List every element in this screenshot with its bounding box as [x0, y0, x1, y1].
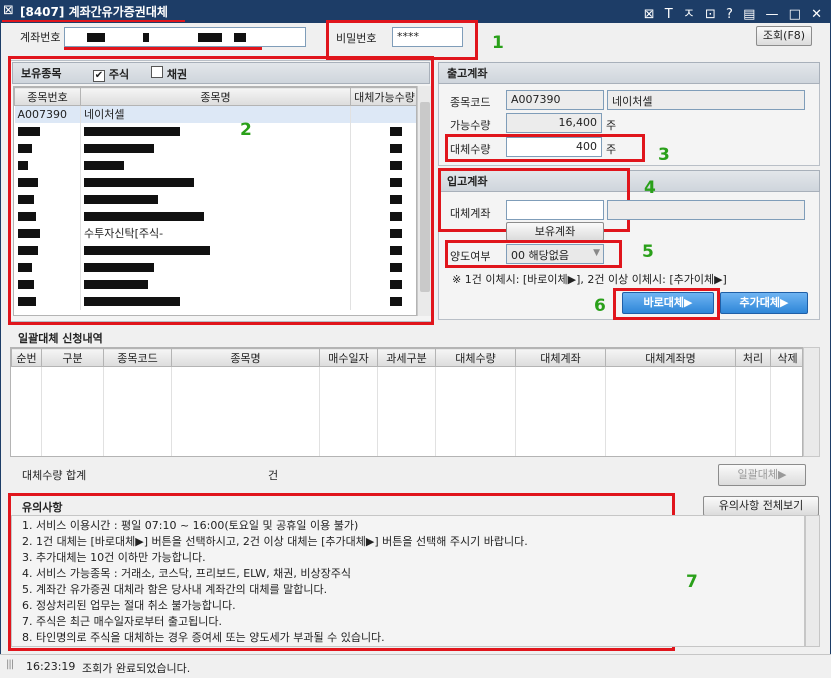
status-message: 조회가 완료되었습니다.: [82, 662, 191, 675]
held-account-button[interactable]: 보유계좌: [506, 222, 604, 241]
title-bar: ⊠ [8407] 계좌간유가증권대체 ⊠ T ㅈ ⊡ ? ▤ — □ ✕: [0, 0, 831, 22]
note-line-5: 5. 계좌간 유가증권 대체라 함은 당사내 계좌간의 대체를 말합니다.: [22, 583, 328, 596]
minimize-icon[interactable]: —: [766, 7, 782, 22]
avail-field: 16,400: [506, 113, 602, 133]
menu-icon[interactable]: ▤: [743, 7, 758, 22]
annotation-3: 3: [658, 145, 670, 165]
screen-icon[interactable]: ⊡: [705, 7, 719, 22]
batch-col-3[interactable]: 종목명: [171, 348, 320, 367]
dest-account-input[interactable]: [506, 200, 604, 220]
batch-col-2[interactable]: 종목코드: [103, 348, 172, 367]
password-input[interactable]: ****: [392, 27, 463, 47]
note-line-7: 7. 주식은 최근 매수일자로부터 출고됩니다.: [22, 615, 223, 628]
pin-icon[interactable]: ㅈ: [683, 7, 698, 22]
batch-col-6[interactable]: 대체수량: [435, 348, 516, 367]
note-line-4: 4. 서비스 가능종목 : 거래소, 코스닥, 프리보드, ELW, 채권, 비…: [22, 567, 351, 580]
add-transfer-button[interactable]: 추가대체▶: [720, 292, 808, 314]
help-icon[interactable]: ?: [726, 7, 736, 22]
annotation-4: 4: [644, 178, 656, 198]
code-field: A007390: [506, 90, 604, 110]
transfer-qty-label: 대체수량: [450, 143, 491, 156]
code-label: 종목코드: [450, 96, 491, 109]
window-title: [8407] 계좌간유가증권대체: [20, 3, 168, 20]
batch-col-5[interactable]: 과세구분: [377, 348, 436, 367]
account-highlight: [64, 47, 262, 50]
chevron-down-icon[interactable]: ▼: [593, 248, 600, 258]
batch-transfer-button[interactable]: 일괄대체▶: [718, 464, 806, 486]
dest-account-name: [607, 200, 805, 220]
notes-scrollbar[interactable]: [805, 515, 820, 647]
note-line-8: 8. 타인명의로 주식을 대체하는 경우 증여세 또는 양도세가 부과될 수 있…: [22, 631, 385, 644]
batch-scrollbar[interactable]: [803, 347, 820, 457]
transfer-note: ※ 1건 이체시: [바로이체▶], 2건 이상 이체시: [추가이체▶]: [452, 273, 727, 286]
query-button[interactable]: 조회(F8): [756, 26, 812, 46]
batch-col-4[interactable]: 매수일자: [319, 348, 378, 367]
batch-total-unit: 건: [268, 469, 279, 482]
status-bar: ||| 16:23:19 조회가 완료되었습니다.: [0, 654, 831, 678]
note-line-2: 2. 1건 대체는 [바로대체▶] 버튼을 선택하시고, 2건 이상 대체는 […: [22, 535, 528, 548]
account-label: 계좌번호: [20, 31, 61, 44]
close-icon[interactable]: ✕: [811, 7, 825, 22]
transfer-type-value: 00 해당없음: [511, 249, 569, 262]
font-icon[interactable]: T: [665, 7, 676, 22]
transfer-type-select[interactable]: 00 해당없음 ▼: [506, 244, 604, 264]
stock-name-field: 네이처셀: [607, 90, 805, 110]
transfer-qty-unit: 주: [606, 143, 617, 156]
window-controls: ⊠ T ㅈ ⊡ ? ▤ — □ ✕: [644, 3, 825, 22]
note-line-6: 6. 정상처리된 업무는 절대 취소 불가능합니다.: [22, 599, 236, 612]
status-grip-icon: |||: [6, 659, 14, 670]
link-icon[interactable]: ⊠: [644, 7, 658, 22]
batch-col-8[interactable]: 대체계좌명: [605, 348, 736, 367]
annotation-1: 1: [492, 33, 504, 53]
batch-col-10[interactable]: 삭제: [770, 348, 802, 367]
view-all-notes-button[interactable]: 유의사항 전체보기: [703, 496, 819, 516]
maximize-icon[interactable]: □: [789, 7, 804, 22]
note-line-1: 1. 서비스 이용시간 : 평일 07:10 ~ 16:00(토요일 및 공휴일…: [22, 519, 359, 532]
annotation-7: 7: [686, 572, 698, 592]
account-input[interactable]: [64, 27, 306, 47]
direct-transfer-button[interactable]: 바로대체▶: [622, 292, 714, 314]
holdings-highlight: [8, 56, 434, 325]
password-label: 비밀번호: [336, 32, 377, 45]
screen-title: 계좌간유가증권대체: [68, 5, 168, 19]
avail-unit: 주: [606, 119, 617, 132]
annotation-5: 5: [642, 242, 654, 262]
note-line-3: 3. 추가대체는 10건 이하만 가능합니다.: [22, 551, 206, 564]
batch-col-9[interactable]: 처리: [735, 348, 771, 367]
avail-label: 가능수량: [450, 119, 491, 132]
status-time: 16:23:19: [26, 660, 76, 673]
batch-col-1[interactable]: 구분: [41, 348, 104, 367]
batch-grid: 순번 구분 종목코드 종목명 매수일자 과세구분 대체수량 대체계좌 대체계좌명 처리 삭제: [10, 347, 803, 457]
annotation-6: 6: [594, 296, 606, 316]
notes-title: 유의사항: [22, 501, 63, 514]
annotation-2: 2: [240, 120, 252, 140]
batch-total-label: 대체수량 합계: [22, 469, 87, 482]
transfer-type-label: 양도여부: [450, 250, 491, 263]
batch-col-7[interactable]: 대체계좌: [515, 348, 606, 367]
window-menu-icon[interactable]: ⊠: [3, 3, 14, 18]
transfer-qty-input[interactable]: 400: [506, 137, 602, 157]
dest-account-label: 대체계좌: [450, 207, 491, 220]
batch-col-0[interactable]: 순번: [11, 348, 42, 367]
outgoing-header: 출고계좌: [438, 62, 820, 84]
screen-code: [8407]: [20, 5, 65, 19]
